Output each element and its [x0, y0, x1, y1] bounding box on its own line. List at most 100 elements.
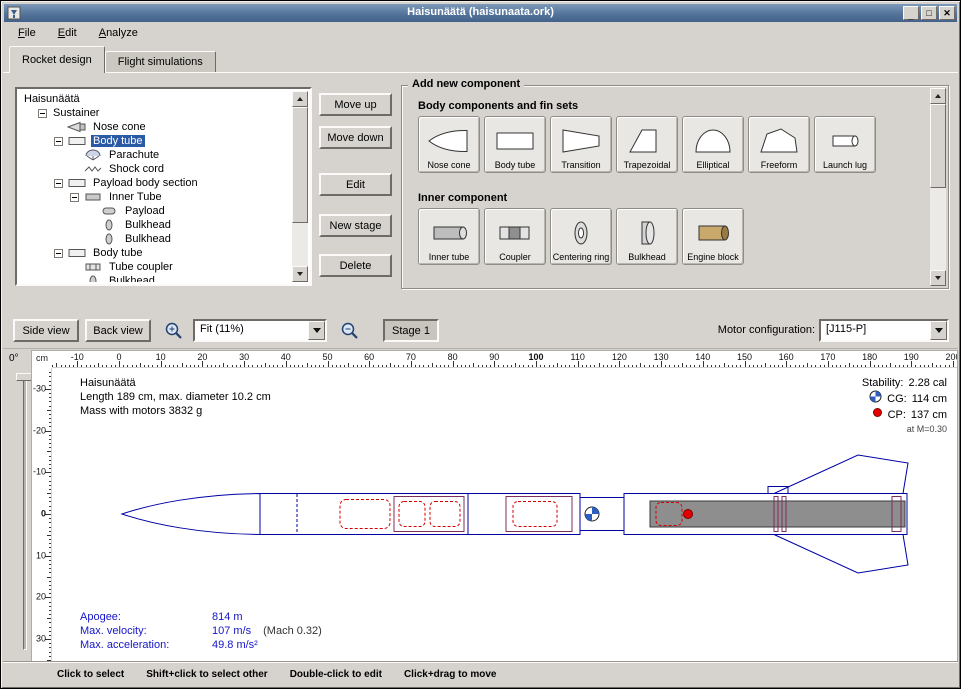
ruler-tick: [127, 365, 128, 367]
ruler-tick: [653, 365, 654, 367]
tree-item-tube-coupler[interactable]: Tube coupler: [19, 260, 292, 274]
parachute-icon: [83, 149, 104, 161]
tree-item-bulkhead[interactable]: Bulkhead: [19, 274, 292, 282]
component-button-engine-block[interactable]: Engine block: [682, 208, 744, 265]
scroll-down-button[interactable]: [930, 270, 946, 286]
tree-item-shock-cord[interactable]: Shock cord: [19, 162, 292, 176]
expander-icon[interactable]: [70, 193, 79, 202]
new-stage-button[interactable]: New stage: [319, 214, 392, 237]
ruler-tick: [49, 572, 51, 573]
chevron-down-icon[interactable]: [308, 321, 325, 340]
move-up-button[interactable]: Move up: [319, 93, 392, 116]
component-tree: HaisunäätäSustainerNose coneBody tubePar…: [19, 92, 292, 282]
motor-configuration-select[interactable]: [J115-P]: [819, 319, 949, 342]
ruler-tick: [644, 365, 645, 367]
tree-item-bulkhead[interactable]: Bulkhead: [19, 218, 292, 232]
ruler-tick: [49, 456, 51, 457]
ruler-tick: [728, 365, 729, 367]
tree-item-bulkhead[interactable]: Bulkhead: [19, 232, 292, 246]
tree-item-body-tube[interactable]: Body tube: [19, 246, 292, 260]
component-button-launch-lug[interactable]: Launch lug: [814, 116, 876, 173]
zoom-select[interactable]: Fit (11%): [193, 319, 327, 342]
tree-item-payload[interactable]: Payload: [19, 204, 292, 218]
ruler-tick: [232, 365, 233, 367]
component-button-freeform[interactable]: Freeform: [748, 116, 810, 173]
component-button-nose-cone[interactable]: Nose cone: [418, 116, 480, 173]
delete-button[interactable]: Delete: [319, 254, 392, 277]
expander-icon[interactable]: [38, 109, 47, 118]
side-view-button[interactable]: Side view: [13, 319, 79, 342]
close-button[interactable]: ✕: [939, 6, 955, 20]
ruler-tick: [390, 363, 391, 367]
rotation-slider-track[interactable]: [23, 376, 27, 650]
ruler-tick: [853, 365, 854, 367]
expander-icon[interactable]: [54, 249, 63, 258]
minimize-button[interactable]: _: [903, 6, 919, 20]
edit-button[interactable]: Edit: [319, 173, 392, 196]
ruler-tick: [49, 501, 51, 502]
ruler-tick: [49, 531, 51, 532]
chevron-down-icon[interactable]: [930, 321, 947, 340]
component-button-elliptical[interactable]: Elliptical: [682, 116, 744, 173]
tree-item-body-tube[interactable]: Body tube: [19, 134, 292, 148]
scroll-up-button[interactable]: [930, 88, 946, 104]
menu-edit[interactable]: Edit: [50, 24, 85, 42]
ruler-tick: [611, 365, 612, 367]
move-down-button[interactable]: Move down: [319, 126, 392, 149]
component-panel-scrollbar[interactable]: [930, 88, 946, 286]
ruler-tick: [765, 363, 766, 367]
menu-analyze[interactable]: Analyze: [91, 24, 146, 42]
ruler-tick: [749, 365, 750, 367]
component-button-body-tube[interactable]: Body tube: [484, 116, 546, 173]
ruler-label: 180: [862, 352, 877, 362]
scrollbar-thumb[interactable]: [930, 104, 946, 188]
ruler-tick: [599, 363, 600, 367]
ruler-unit-label: cm: [32, 351, 52, 368]
ruler-tick: [157, 365, 158, 367]
component-button-trapezoidal[interactable]: Trapezoidal: [616, 116, 678, 173]
ruler-tick: [49, 635, 51, 636]
cp-label: CP:: [888, 408, 906, 422]
launch-lug-icon: [823, 120, 867, 161]
scroll-down-button[interactable]: [292, 266, 308, 282]
maximize-button[interactable]: □: [921, 6, 937, 20]
menu-file[interactable]: File: [10, 24, 44, 42]
ruler-tick: [49, 510, 51, 511]
component-button-label: Launch lug: [823, 161, 867, 170]
tree-item-haisun-t[interactable]: Haisunäätä: [19, 92, 292, 106]
ruler-tick: [945, 365, 946, 367]
expander-icon[interactable]: [54, 137, 63, 146]
component-button-centering-ring[interactable]: Centering ring: [550, 208, 612, 265]
tree-scrollbar[interactable]: [292, 91, 308, 282]
tree-item-parachute[interactable]: Parachute: [19, 148, 292, 162]
ruler-tick: [344, 365, 345, 367]
tree-item-nose-cone[interactable]: Nose cone: [19, 120, 292, 134]
component-button-coupler[interactable]: Coupler: [484, 208, 546, 265]
ruler-tick: [903, 365, 904, 367]
ruler-tick: [615, 365, 616, 367]
scroll-up-button[interactable]: [292, 91, 308, 107]
component-button-label: Nose cone: [427, 161, 470, 170]
component-button-bulkhead[interactable]: Bulkhead: [616, 208, 678, 265]
expander-icon[interactable]: [54, 179, 63, 188]
component-button-transition[interactable]: Transition: [550, 116, 612, 173]
tree-item-sustainer[interactable]: Sustainer: [19, 106, 292, 120]
zoom-out-button[interactable]: [336, 318, 362, 343]
rocket-canvas[interactable]: Haisunäätä Length 189 cm, max. diameter …: [52, 368, 957, 661]
ruler-label: 40: [281, 352, 291, 362]
ruler-tick: [282, 365, 283, 367]
zoom-in-button[interactable]: [160, 318, 186, 343]
apogee-label: Apogee:: [80, 610, 212, 624]
back-view-button[interactable]: Back view: [85, 319, 151, 342]
ruler-tick: [269, 365, 270, 367]
tab-rocket-design[interactable]: Rocket design: [9, 46, 105, 73]
scrollbar-thumb[interactable]: [292, 107, 308, 223]
stage-1-toggle[interactable]: Stage 1: [383, 319, 439, 342]
titlebar[interactable]: Haisunäätä (haisunaata.ork) _ □ ✕: [4, 4, 957, 22]
tab-flight-simulations[interactable]: Flight simulations: [105, 51, 216, 73]
tree-item-payload-body-section[interactable]: Payload body section: [19, 176, 292, 190]
ruler-label: 200: [945, 352, 957, 362]
component-button-inner-tube[interactable]: Inner tube: [418, 208, 480, 265]
tree-item-inner-tube[interactable]: Inner Tube: [19, 190, 292, 204]
ruler-tick: [699, 365, 700, 367]
